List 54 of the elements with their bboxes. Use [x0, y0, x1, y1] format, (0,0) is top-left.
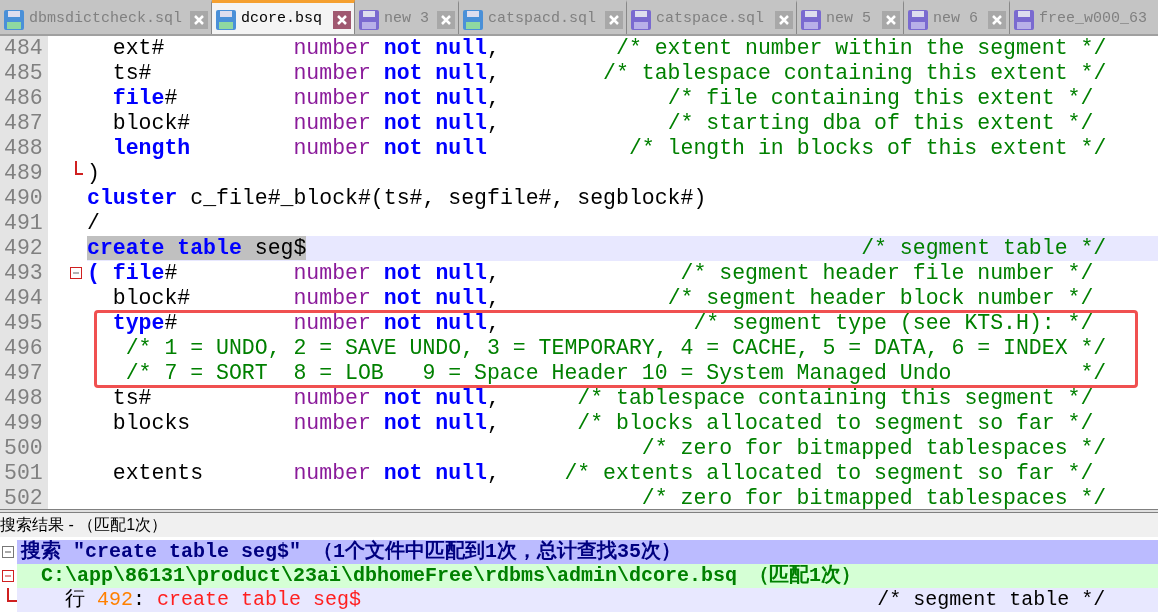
code-line: length number not null /* length in blocks of this extent */	[111, 135, 1108, 161]
line-number: 486	[0, 85, 48, 111]
line-number: 494	[0, 285, 48, 311]
file-tab[interactable]: dcore.bsq	[212, 0, 355, 34]
line-number: 498	[0, 385, 48, 411]
line-number: 488	[0, 135, 48, 161]
line-number: 499	[0, 410, 48, 436]
line-number: 500	[0, 435, 48, 461]
code-line: )	[87, 160, 101, 186]
search-summary[interactable]: 搜索 "create table seg$" （1个文件中匹配到1次，总计查找35次）	[17, 540, 1158, 564]
close-icon[interactable]	[988, 10, 1006, 29]
panel-title: 搜索结果 - （匹配1次）	[0, 515, 168, 535]
line-number: 484	[0, 35, 48, 61]
line-number: 501	[0, 460, 48, 486]
line-number: 487	[0, 110, 48, 136]
fold-toggle-icon[interactable]	[70, 266, 82, 279]
line-number: 485	[0, 60, 48, 86]
code-line: block# number not null, /* starting dba of this extent */	[111, 110, 1095, 136]
close-icon[interactable]	[605, 10, 623, 29]
code-line: ( file# number not null, /* segment header file number */	[87, 260, 1095, 286]
code-line: blocks number not null, /* blocks allocated to segment so far */	[111, 410, 1095, 436]
code-line: ext# number not null, /* extent number within the segment */	[111, 35, 1108, 61]
collapse-icon[interactable]	[2, 570, 14, 582]
code-line: /* 7 = SORT 8 = LOB 9 = Space Header 10 = System Managed Undo */	[124, 360, 1108, 386]
close-icon[interactable]	[190, 10, 208, 29]
line-number: 502	[0, 485, 48, 510]
collapse-icon[interactable]	[2, 546, 14, 558]
tree-branch-icon	[7, 588, 17, 602]
code-line: extents number not null, /* extents allocated to segment so far */	[111, 460, 1095, 486]
code-line: ts# number not null, /* tablespace containing this segment */	[111, 385, 1095, 411]
code-line: block# number not null, /* segment header block number */	[111, 285, 1095, 311]
code-line: /	[87, 210, 101, 236]
close-icon[interactable]	[882, 10, 900, 29]
close-icon[interactable]	[775, 10, 793, 29]
line-number: 497	[0, 360, 48, 386]
close-icon[interactable]	[333, 10, 351, 29]
code-line: /* 1 = UNDO, 2 = SAVE UNDO, 3 = TEMPORARY, 4 = CACHE, 5 = DATA, 6 = INDEX */	[124, 335, 1108, 361]
line-number: 493	[0, 260, 48, 286]
code-line: file# number not null, /* file containing this extent */	[111, 85, 1095, 111]
line-number: 492	[0, 235, 48, 261]
file-path[interactable]: C:\app\86131\product\23ai\dbhomeFree\rdbms\admin\dcore.bsq （匹配1次）	[17, 564, 1158, 588]
code-line: cluster c_file#_block#(ts#, segfile#, segblock#)	[87, 185, 708, 211]
line-number: 496	[0, 335, 48, 361]
search-hit[interactable]: 行 492: create table seg$ /* segment table */	[17, 588, 1158, 612]
line-number: 489	[0, 160, 48, 186]
code-line: type# number not null, /* segment type (see KTS.H): */	[111, 310, 1095, 336]
code-line: /* zero for bitmapped tablespaces */	[640, 485, 1108, 510]
splitter-bar[interactable]	[0, 509, 1158, 514]
code-line: ts# number not null, /* tablespace containing this extent */	[111, 60, 1108, 86]
code-line: /* zero for bitmapped tablespaces */	[640, 435, 1108, 461]
line-number: 490	[0, 185, 48, 211]
line-number: 495	[0, 310, 48, 336]
close-icon[interactable]	[437, 10, 455, 29]
line-number: 491	[0, 210, 48, 236]
